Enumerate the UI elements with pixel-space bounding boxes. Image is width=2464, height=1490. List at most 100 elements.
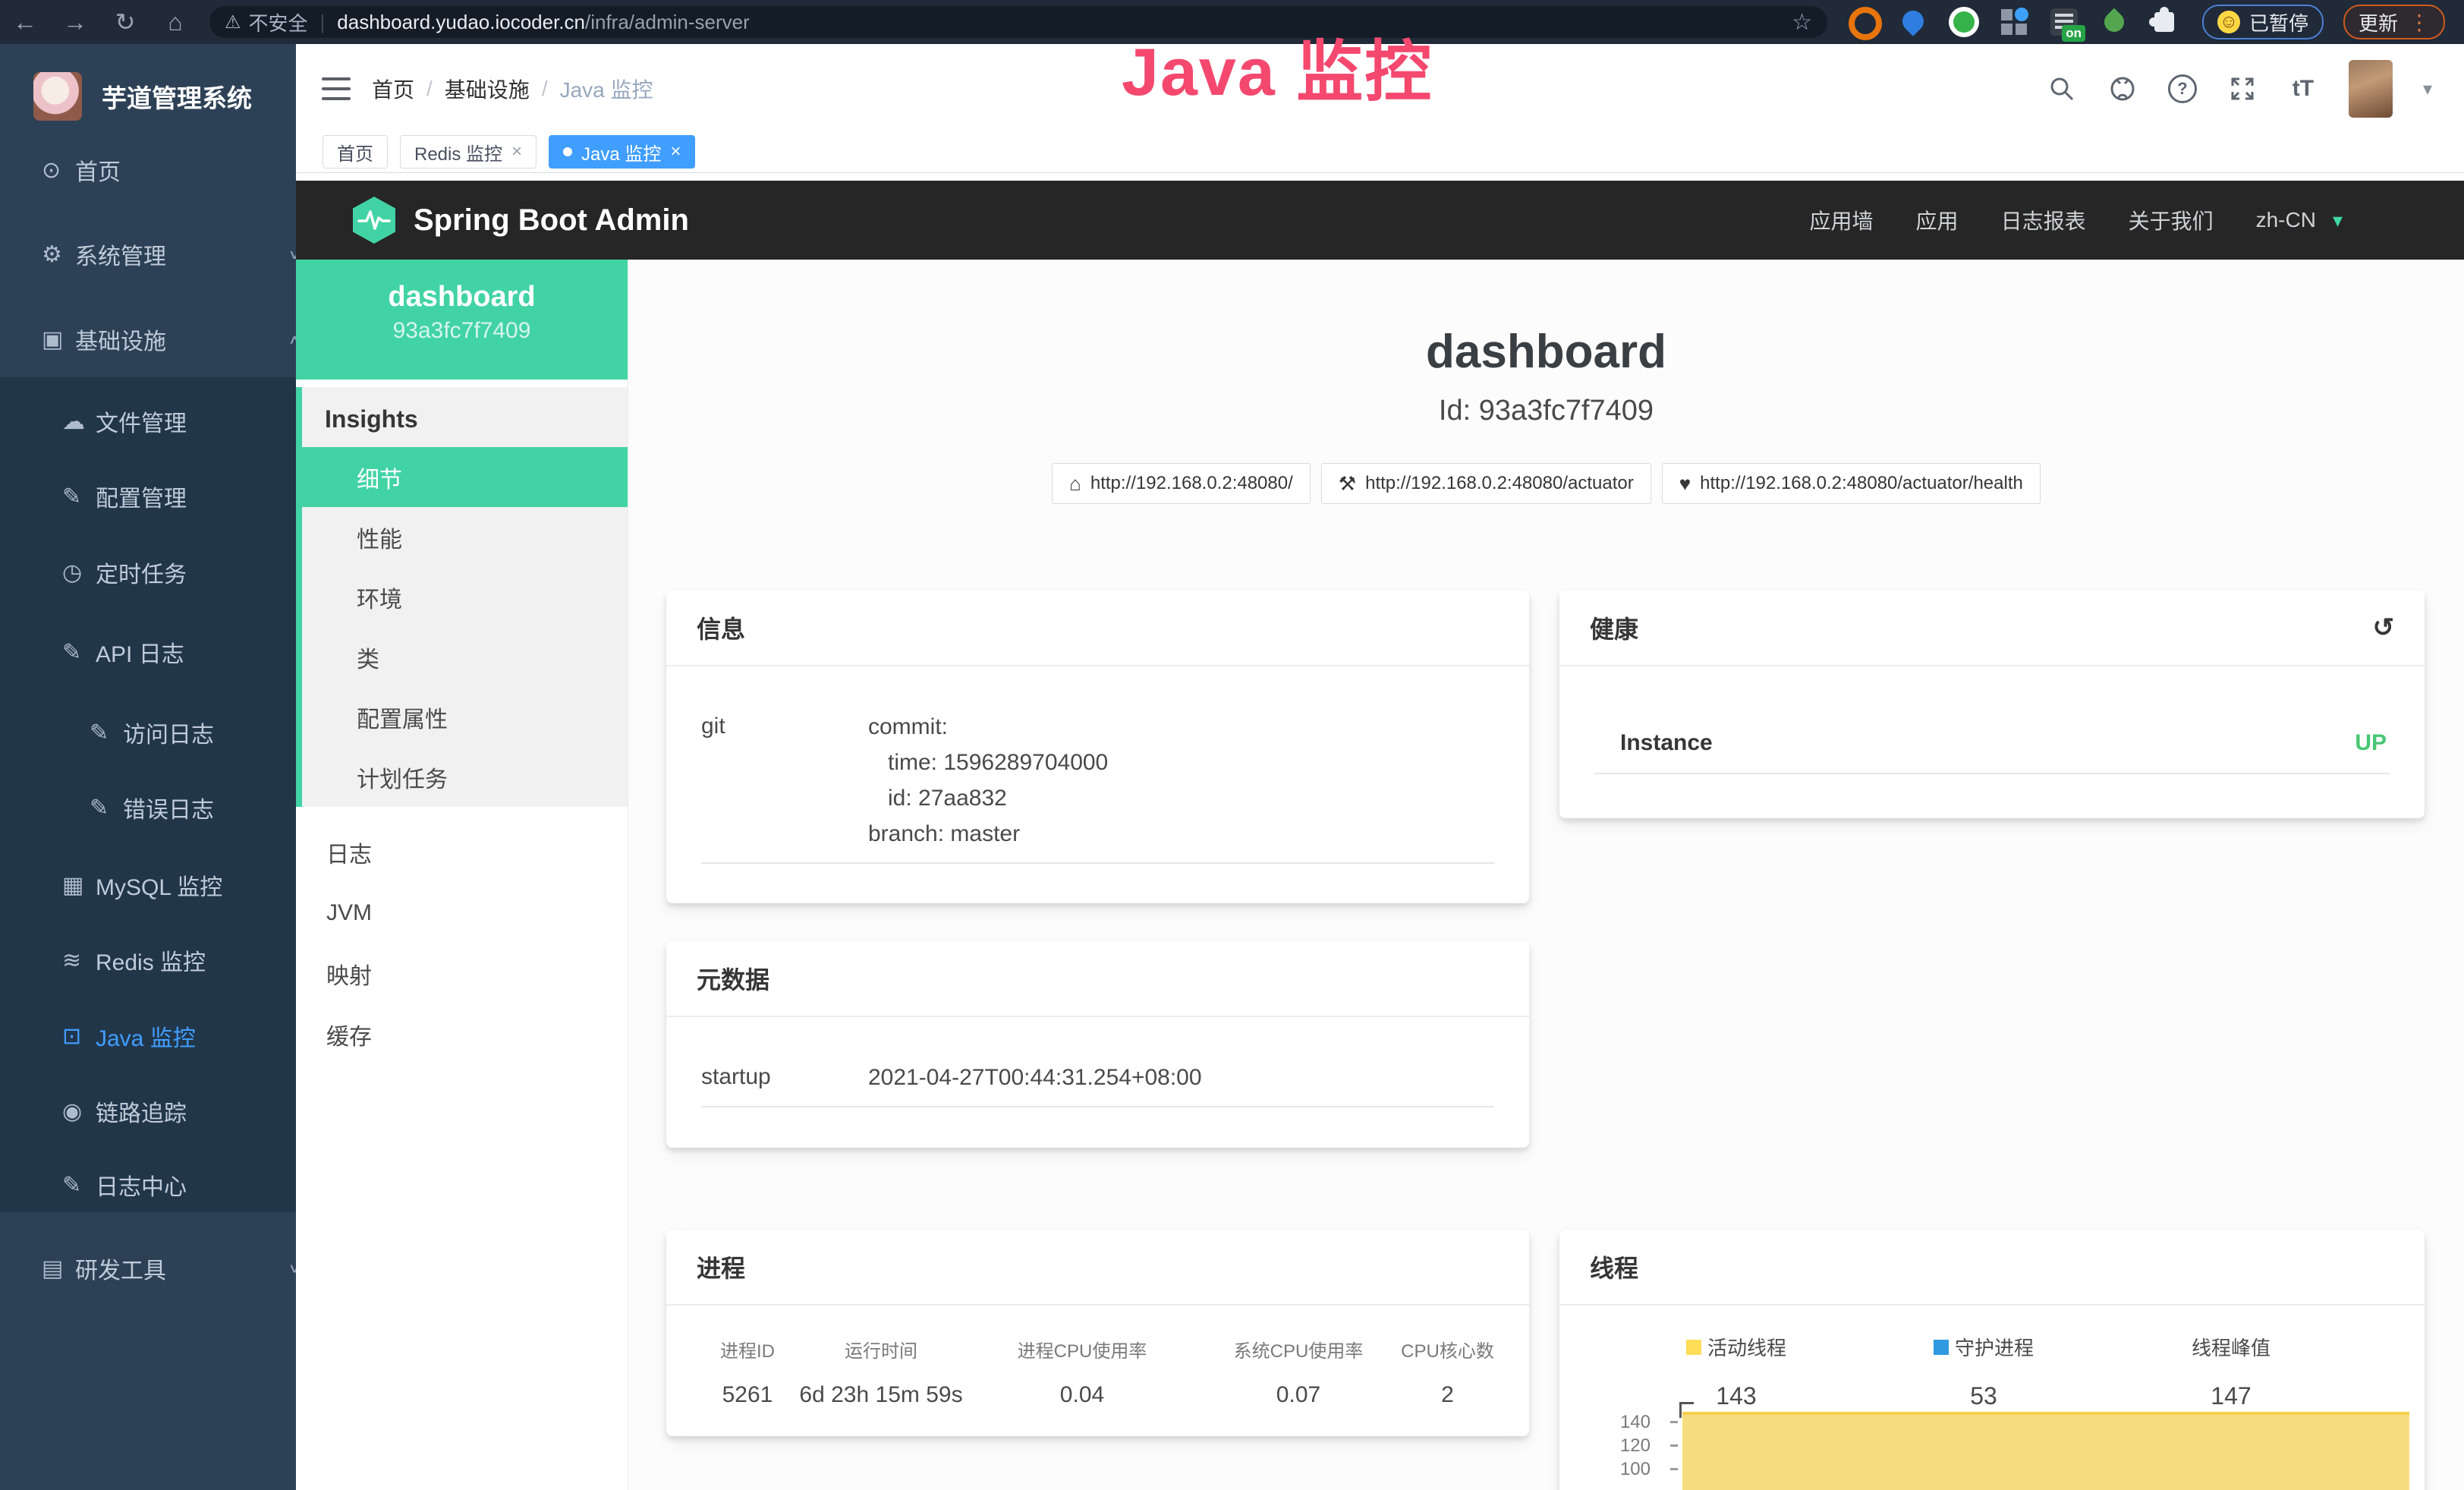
instance-header[interactable]: dashboard 93a3fc7f7409 [296,260,628,380]
user-menu-caret-icon[interactable]: ▾ [2423,78,2432,100]
sba-menu-scheduled-tasks[interactable]: 计划任务 [302,747,628,807]
browser-reload-icon[interactable]: ↻ [100,8,150,36]
sba-brand-title[interactable]: Spring Boot Admin [414,203,689,238]
metadata-row-value: 2021-04-27T00:44:31.254+08:00 [868,1060,1494,1095]
address-bar[interactable]: ⚠ 不安全 | dashboard.yudao.iocoder.cn/infra… [209,6,1827,38]
annotation-java-monitor: Java 监控 [1122,18,1433,115]
spring-boot-admin-logo[interactable] [353,197,395,244]
browser-home-icon[interactable]: ⌂ [150,8,200,36]
extension-grid-icon[interactable] [1999,7,2029,37]
app-logo [33,72,82,121]
info-card-title: 信息 [697,610,745,645]
instance-id: 93a3fc7f7409 [296,314,628,348]
sba-menu-details[interactable]: 细节 [302,447,628,507]
sba-nav-wallboard[interactable]: 应用墙 [1810,205,1874,235]
system-cpu: 0.07 [1196,1382,1401,1408]
sba-nav-applications[interactable]: 应用 [1916,205,1959,235]
tab-java-monitor[interactable]: Java 监控 × [549,135,695,169]
sba-menu-caches[interactable]: 缓存 [296,1004,628,1065]
sba-menu-classes[interactable]: 类 [302,627,628,687]
fullscreen-icon[interactable] [2227,74,2258,104]
history-icon[interactable]: ↺ [2373,613,2395,643]
sba-nav: 应用墙 应用 日志报表 关于我们 zh-CN ▾ [1810,205,2464,235]
font-size-icon[interactable]: tT [2288,74,2318,104]
sba-menu-config-props[interactable]: 配置属性 [302,687,628,747]
app-logo-row[interactable]: 芋道管理系统 [0,55,296,138]
github-icon[interactable] [2107,74,2138,104]
sidebar-item-dev-tools[interactable]: ▤ 研发工具 ∨ [0,1230,338,1306]
actuator-url-button[interactable]: ⚒ http://192.168.0.2:48080/actuator [1321,463,1651,504]
sba-sidebar: dashboard 93a3fc7f7409 Insights 细节 性能 环境… [296,260,628,1490]
instance-name: dashboard [296,279,628,314]
process-metrics: 进程ID5261 运行时间6d 23h 15m 59s 进程CPU使用率0.04… [666,1306,1529,1408]
threads-legend: 活动线程 143 守护进程 53 线程峰值 147 [1559,1306,2425,1410]
eye-icon: ◉ [62,1098,96,1125]
extensions-puzzle-icon[interactable] [2149,7,2179,37]
process-cpu: 0.04 [968,1382,1196,1408]
sba-nav-journal[interactable]: 日志报表 [2001,205,2086,235]
sidebar-item-infra[interactable]: ▣ 基础设施 ∧ [0,301,338,377]
service-url-button[interactable]: ⌂ http://192.168.0.2:48080/ [1052,463,1311,504]
y-tick-100: 100 [1559,1459,1651,1480]
sidebar-item-system[interactable]: ⚙ 系统管理 ∨ [0,216,338,292]
metadata-card-title: 元数据 [697,961,769,996]
extension-switch-icon[interactable]: on [2049,7,2079,37]
sba-locale-select[interactable]: zh-CN [2256,208,2316,232]
metadata-card: 元数据 startup 2021-04-27T00:44:31.254+08:0… [666,941,1529,1148]
sba-menu-environment[interactable]: 环境 [302,567,628,627]
insecure-warning-icon[interactable]: ⚠ [225,11,241,33]
url-path: /infra/admin-server [585,11,750,34]
instance-urls: ⌂ http://192.168.0.2:48080/ ⚒ http://192… [628,463,2464,504]
close-icon[interactable]: × [511,141,522,162]
browser-back-icon[interactable]: ← [0,8,50,36]
threads-card: 线程 活动线程 143 守护进程 53 线程峰值 147 140 120 100 [1559,1230,2425,1490]
monitor-icon: ▣ [42,326,75,353]
extension-pin-icon[interactable] [1899,7,1929,37]
process-card: 进程 进程ID5261 运行时间6d 23h 15m 59s 进程CPU使用率0… [666,1230,1529,1436]
bookmark-star-icon[interactable]: ☆ [1792,9,1812,36]
locale-caret-icon[interactable]: ▾ [2333,209,2343,232]
breadcrumb-home[interactable]: 首页 [372,74,414,104]
extension-colorzilla-icon[interactable] [1849,7,1879,37]
info-row-label: git [701,709,868,852]
tab-redis-monitor[interactable]: Redis 监控 × [400,135,537,169]
browser-forward-icon[interactable]: → [50,8,100,36]
health-url-button[interactable]: ♥ http://192.168.0.2:48080/actuator/heal… [1662,463,2041,504]
y-tick-140: 140 [1559,1412,1651,1433]
sba-menu-list: 日志 JVM 映射 缓存 [296,822,628,1065]
extension-sprout-icon[interactable] [2099,7,2129,37]
extension-green-icon[interactable] [1949,7,1979,37]
sidebar-item-home[interactable]: ⊙ 首页 [0,132,338,208]
active-tab-dot [563,147,572,156]
breadcrumb-infra[interactable]: 基础设施 [445,74,530,104]
sba-menu-jvm[interactable]: JVM [296,883,628,943]
heart-icon: ♥ [1679,472,1691,496]
browser-menu-icon[interactable]: ⋮ [2409,10,2430,35]
profile-paused-badge[interactable]: ☺ 已暂停 [2202,5,2324,39]
tab-home[interactable]: 首页 [323,135,388,169]
app-sidebar: 芋道管理系统 ⊙ 首页 ⚙ 系统管理 ∨ ▣ 基础设施 ∧ ☁ 文件管理 ✎ 配… [0,44,296,1490]
health-status-badge: UP [2355,730,2387,756]
chrome-update-button[interactable]: 更新 ⋮ [2343,5,2445,39]
close-icon[interactable]: × [670,141,681,162]
health-card: 健康 ↺ Instance UP [1559,591,2425,818]
sba-menu-mappings[interactable]: 映射 [296,943,628,1004]
sba-menu-logs[interactable]: 日志 [296,822,628,883]
page-title: dashboard [628,325,2464,379]
active-threads-area [1682,1412,2409,1490]
sba-menu-metrics[interactable]: 性能 [302,507,628,567]
health-instance-label: Instance [1620,730,1713,756]
help-icon[interactable]: ? [2168,74,2197,103]
user-avatar[interactable] [2349,60,2393,118]
search-icon[interactable] [2047,74,2077,104]
extension-on-badge: on [2062,25,2085,42]
row-divider [701,862,1494,864]
tags-view-bar: 首页 Redis 监控 × Java 监控 × [296,134,2464,173]
sidebar-collapse-icon[interactable] [322,77,351,100]
row-divider [701,1106,1494,1107]
cpu-cores: 2 [1401,1382,1494,1408]
paused-label: 已暂停 [2249,8,2308,36]
edit-icon: ✎ [62,484,96,510]
breadcrumb-current: Java 监控 [560,74,653,104]
sba-nav-about[interactable]: 关于我们 [2129,205,2214,235]
